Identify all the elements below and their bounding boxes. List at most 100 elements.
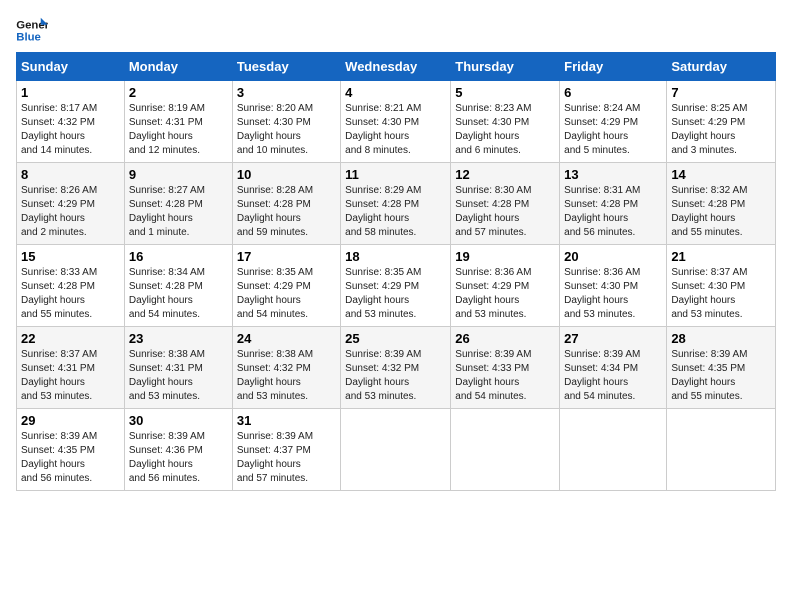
day-number: 6 bbox=[564, 85, 662, 100]
calendar-cell: 4Sunrise: 8:21 AMSunset: 4:30 PMDaylight… bbox=[341, 81, 451, 163]
calendar-cell: 29Sunrise: 8:39 AMSunset: 4:35 PMDayligh… bbox=[17, 409, 125, 491]
calendar-cell: 19 Sunrise: 8:36 AMSunset: 4:29 PMDayligh… bbox=[451, 245, 560, 327]
calendar-week-row: 1 Sunrise: 8:17 AMSunset: 4:32 PMDaylight… bbox=[17, 81, 776, 163]
day-info: Sunrise: 8:39 AMSunset: 4:33 PMDaylight … bbox=[455, 349, 531, 402]
day-number: 1 bbox=[21, 85, 120, 100]
calendar-cell: 16 Sunrise: 8:34 AMSunset: 4:28 PMDayligh… bbox=[124, 245, 232, 327]
day-number: 23 bbox=[129, 331, 228, 346]
header: General Blue bbox=[16, 16, 776, 44]
calendar-cell: 31 Sunrise: 8:39 AMSunset: 4:37 PMDayligh… bbox=[232, 409, 340, 491]
calendar-cell: 15 Sunrise: 8:33 AMSunset: 4:28 PMDayligh… bbox=[17, 245, 125, 327]
calendar-cell: 14 Sunrise: 8:32 AMSunset: 4:28 PMDayligh… bbox=[667, 163, 776, 245]
day-info: Sunrise: 8:39 AMSunset: 4:35 PMDaylight … bbox=[671, 349, 747, 402]
day-info: Sunrise: 8:39 AMSunset: 4:32 PMDaylight … bbox=[345, 349, 421, 402]
day-number: 21 bbox=[671, 249, 771, 264]
svg-text:Blue: Blue bbox=[16, 32, 41, 44]
day-info: Sunrise: 8:32 AMSunset: 4:28 PMDaylight … bbox=[671, 185, 747, 238]
day-number: 3 bbox=[237, 85, 336, 100]
day-header-friday: Friday bbox=[560, 53, 667, 81]
day-info: Sunrise: 8:33 AMSunset: 4:28 PMDaylight … bbox=[21, 267, 97, 320]
day-number: 9 bbox=[129, 167, 228, 182]
day-info: Sunrise: 8:24 AMSunset: 4:29 PMDaylight … bbox=[564, 103, 640, 156]
day-number: 14 bbox=[671, 167, 771, 182]
day-number: 26 bbox=[455, 331, 555, 346]
calendar-cell: 6 Sunrise: 8:24 AMSunset: 4:29 PMDaylight… bbox=[560, 81, 667, 163]
logo-icon: General Blue bbox=[16, 16, 48, 44]
calendar-cell: 1 Sunrise: 8:17 AMSunset: 4:32 PMDaylight… bbox=[17, 81, 125, 163]
calendar-cell: 17Sunrise: 8:35 AMSunset: 4:29 PMDayligh… bbox=[232, 245, 340, 327]
day-number: 11 bbox=[345, 167, 446, 182]
day-number: 20 bbox=[564, 249, 662, 264]
calendar-cell: 9 Sunrise: 8:27 AMSunset: 4:28 PMDaylight… bbox=[124, 163, 232, 245]
day-header-saturday: Saturday bbox=[667, 53, 776, 81]
day-info: Sunrise: 8:34 AMSunset: 4:28 PMDaylight … bbox=[129, 267, 205, 320]
calendar-cell: 13Sunrise: 8:31 AMSunset: 4:28 PMDayligh… bbox=[560, 163, 667, 245]
calendar-cell: 25Sunrise: 8:39 AMSunset: 4:32 PMDayligh… bbox=[341, 327, 451, 409]
day-header-tuesday: Tuesday bbox=[232, 53, 340, 81]
day-info: Sunrise: 8:31 AMSunset: 4:28 PMDaylight … bbox=[564, 185, 640, 238]
calendar-cell: 12Sunrise: 8:30 AMSunset: 4:28 PMDayligh… bbox=[451, 163, 560, 245]
day-info: Sunrise: 8:37 AMSunset: 4:31 PMDaylight … bbox=[21, 349, 97, 402]
calendar-cell: 21 Sunrise: 8:37 AMSunset: 4:30 PMDayligh… bbox=[667, 245, 776, 327]
day-number: 24 bbox=[237, 331, 336, 346]
day-number: 7 bbox=[671, 85, 771, 100]
day-header-wednesday: Wednesday bbox=[341, 53, 451, 81]
calendar-cell: 5Sunrise: 8:23 AMSunset: 4:30 PMDaylight… bbox=[451, 81, 560, 163]
day-number: 15 bbox=[21, 249, 120, 264]
calendar-cell: 24 Sunrise: 8:38 AMSunset: 4:32 PMDayligh… bbox=[232, 327, 340, 409]
calendar-body: 1 Sunrise: 8:17 AMSunset: 4:32 PMDaylight… bbox=[17, 81, 776, 491]
calendar-cell: 26 Sunrise: 8:39 AMSunset: 4:33 PMDayligh… bbox=[451, 327, 560, 409]
day-info: Sunrise: 8:28 AMSunset: 4:28 PMDaylight … bbox=[237, 185, 313, 238]
calendar-cell: 8 Sunrise: 8:26 AMSunset: 4:29 PMDaylight… bbox=[17, 163, 125, 245]
day-number: 2 bbox=[129, 85, 228, 100]
day-number: 31 bbox=[237, 413, 336, 428]
day-number: 16 bbox=[129, 249, 228, 264]
day-info: Sunrise: 8:17 AMSunset: 4:32 PMDaylight … bbox=[21, 103, 97, 156]
calendar-cell bbox=[451, 409, 560, 491]
calendar-cell: 18 Sunrise: 8:35 AMSunset: 4:29 PMDayligh… bbox=[341, 245, 451, 327]
day-header-sunday: Sunday bbox=[17, 53, 125, 81]
day-info: Sunrise: 8:25 AMSunset: 4:29 PMDaylight … bbox=[671, 103, 747, 156]
calendar-week-row: 8 Sunrise: 8:26 AMSunset: 4:29 PMDaylight… bbox=[17, 163, 776, 245]
day-info: Sunrise: 8:27 AMSunset: 4:28 PMDaylight … bbox=[129, 185, 205, 238]
day-info: Sunrise: 8:38 AMSunset: 4:32 PMDaylight … bbox=[237, 349, 313, 402]
calendar-cell: 22Sunrise: 8:37 AMSunset: 4:31 PMDayligh… bbox=[17, 327, 125, 409]
day-number: 30 bbox=[129, 413, 228, 428]
day-number: 10 bbox=[237, 167, 336, 182]
calendar-cell: 28Sunrise: 8:39 AMSunset: 4:35 PMDayligh… bbox=[667, 327, 776, 409]
day-info: Sunrise: 8:20 AMSunset: 4:30 PMDaylight … bbox=[237, 103, 313, 156]
calendar-cell: 7 Sunrise: 8:25 AMSunset: 4:29 PMDaylight… bbox=[667, 81, 776, 163]
calendar-cell: 27Sunrise: 8:39 AMSunset: 4:34 PMDayligh… bbox=[560, 327, 667, 409]
day-number: 29 bbox=[21, 413, 120, 428]
day-info: Sunrise: 8:36 AMSunset: 4:29 PMDaylight … bbox=[455, 267, 531, 320]
calendar-cell: 11 Sunrise: 8:29 AMSunset: 4:28 PMDayligh… bbox=[341, 163, 451, 245]
day-info: Sunrise: 8:29 AMSunset: 4:28 PMDaylight … bbox=[345, 185, 421, 238]
calendar-cell bbox=[667, 409, 776, 491]
calendar-table: SundayMondayTuesdayWednesdayThursdayFrid… bbox=[16, 52, 776, 491]
day-info: Sunrise: 8:39 AMSunset: 4:34 PMDaylight … bbox=[564, 349, 640, 402]
day-number: 19 bbox=[455, 249, 555, 264]
day-info: Sunrise: 8:35 AMSunset: 4:29 PMDaylight … bbox=[345, 267, 421, 320]
day-info: Sunrise: 8:39 AMSunset: 4:37 PMDaylight … bbox=[237, 431, 313, 484]
calendar-cell: 2 Sunrise: 8:19 AMSunset: 4:31 PMDaylight… bbox=[124, 81, 232, 163]
calendar-week-row: 15 Sunrise: 8:33 AMSunset: 4:28 PMDayligh… bbox=[17, 245, 776, 327]
calendar-cell bbox=[341, 409, 451, 491]
calendar-week-row: 29Sunrise: 8:39 AMSunset: 4:35 PMDayligh… bbox=[17, 409, 776, 491]
day-info: Sunrise: 8:39 AMSunset: 4:36 PMDaylight … bbox=[129, 431, 205, 484]
calendar-header-row: SundayMondayTuesdayWednesdayThursdayFrid… bbox=[17, 53, 776, 81]
day-info: Sunrise: 8:26 AMSunset: 4:29 PMDaylight … bbox=[21, 185, 97, 238]
calendar-cell: 30 Sunrise: 8:39 AMSunset: 4:36 PMDayligh… bbox=[124, 409, 232, 491]
calendar-cell: 10 Sunrise: 8:28 AMSunset: 4:28 PMDayligh… bbox=[232, 163, 340, 245]
day-number: 8 bbox=[21, 167, 120, 182]
day-header-monday: Monday bbox=[124, 53, 232, 81]
day-number: 17 bbox=[237, 249, 336, 264]
day-number: 18 bbox=[345, 249, 446, 264]
calendar-cell: 20Sunrise: 8:36 AMSunset: 4:30 PMDayligh… bbox=[560, 245, 667, 327]
day-info: Sunrise: 8:21 AMSunset: 4:30 PMDaylight … bbox=[345, 103, 421, 156]
calendar-cell: 3 Sunrise: 8:20 AMSunset: 4:30 PMDaylight… bbox=[232, 81, 340, 163]
day-info: Sunrise: 8:19 AMSunset: 4:31 PMDaylight … bbox=[129, 103, 205, 156]
logo: General Blue bbox=[16, 16, 48, 44]
day-number: 12 bbox=[455, 167, 555, 182]
day-info: Sunrise: 8:37 AMSunset: 4:30 PMDaylight … bbox=[671, 267, 747, 320]
day-number: 5 bbox=[455, 85, 555, 100]
